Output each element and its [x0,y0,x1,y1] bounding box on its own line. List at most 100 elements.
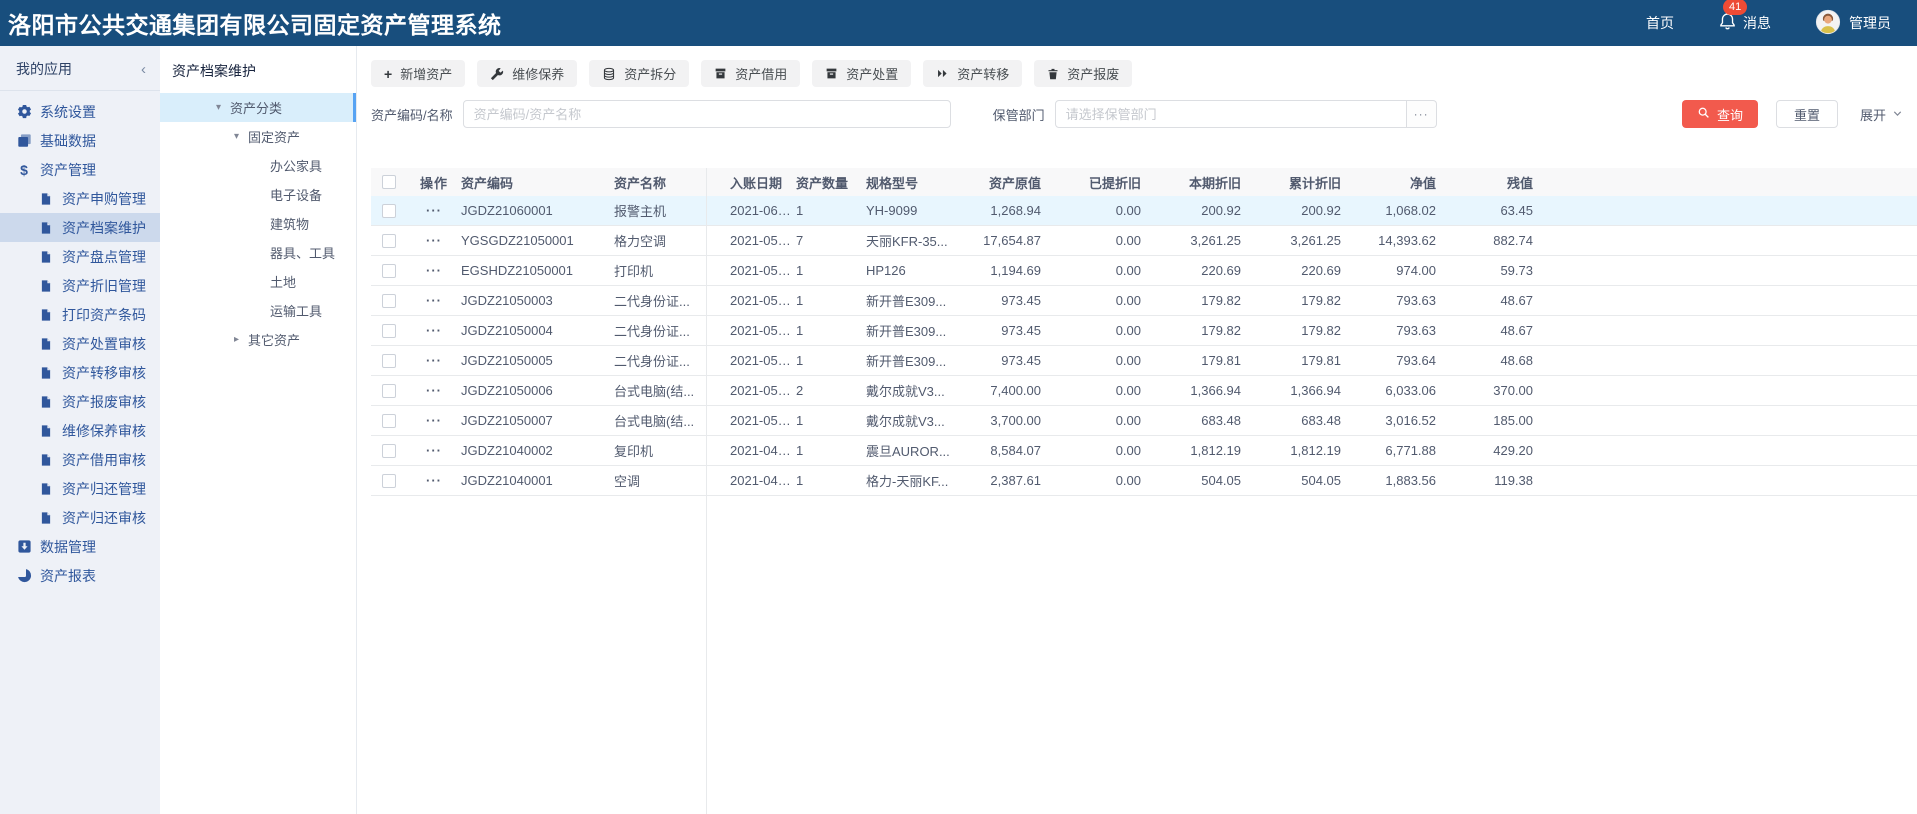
app-header: 洛阳市公共交通集团有限公司固定资产管理系统 首页 41 消息 管理员 [0,0,1917,46]
tree-node[interactable]: 办公家具 [160,151,356,180]
nav-home[interactable]: 首页 [1646,13,1674,33]
col-net: 净值 [1409,175,1436,191]
toolbar-button[interactable]: 资产拆分 [589,60,690,87]
tree-node[interactable]: ▾ 固定资产 [160,122,356,151]
table-row[interactable]: ··· JGDZ21050003 二代身份证... 2021-05-17 1 新… [371,286,1917,316]
archive-box-icon [825,67,838,80]
row-checkbox[interactable] [382,233,396,248]
row-checkbox[interactable] [382,263,396,278]
table-row[interactable]: ··· YGSGDZ21050001 格力空调 2021-05-31 7 天丽K… [371,226,1917,256]
sidebar-item[interactable]: 数据管理 [0,532,160,561]
trash-icon [1047,67,1059,81]
gear-icon [16,104,32,120]
data-download-icon [16,539,32,555]
sidebar-item[interactable]: 资产盘点管理 [0,242,160,271]
tree-node[interactable]: 土地 [160,267,356,296]
dept-picker-button[interactable]: ··· [1406,100,1437,128]
expand-filters-button[interactable]: 展开 [1860,105,1903,124]
col-name: 资产名称 [614,175,667,191]
user-name: 管理员 [1849,15,1891,31]
sidebar-item[interactable]: 系统设置 [0,97,160,126]
col-qty: 资产数量 [796,175,849,191]
sidebar-item[interactable]: 基础数据 [0,126,160,155]
bell-icon [1718,12,1737,34]
tree-panel-title: 资产档案维护 [172,63,256,79]
toolbar-button[interactable]: 资产转移 [923,60,1023,87]
sidebar-item[interactable]: 资产归还审核 [0,503,160,532]
sidebar-item[interactable]: 资产处置审核 [0,329,160,358]
row-actions-button[interactable]: ··· [407,473,461,488]
row-checkbox[interactable] [382,203,396,218]
asset-code-input[interactable] [462,100,951,128]
row-actions-button[interactable]: ··· [407,323,461,338]
row-checkbox[interactable] [382,323,396,338]
toolbar-button[interactable]: 资产报废 [1034,60,1133,87]
toolbar-button[interactable]: 资产借用 [701,60,801,87]
table-row[interactable]: ··· JGDZ21040001 空调 2021-04-21 1 格力-天丽KF… [371,466,1917,496]
sidebar-item[interactable]: 资产档案维护 [0,213,160,242]
sidebar-item[interactable]: 资产折旧管理 [0,271,160,300]
select-all-checkbox[interactable] [382,175,396,189]
sidebar-item[interactable]: 打印资产条码 [0,300,160,329]
row-actions-button[interactable]: ··· [407,293,461,308]
sidebar-item[interactable]: 资产申购管理 [0,184,160,213]
reset-button[interactable]: 重置 [1775,100,1838,128]
row-actions-button[interactable]: ··· [407,233,461,248]
table-row[interactable]: ··· EGSHDZ21050001 打印机 2021-05-25 1 HP12… [371,256,1917,286]
sidebar-item[interactable]: 资产转移审核 [0,358,160,387]
row-checkbox[interactable] [382,413,396,428]
row-actions-button[interactable]: ··· [407,353,461,368]
row-actions-button[interactable]: ··· [407,443,461,458]
table-row[interactable]: ··· JGDZ21050007 台式电脑(结... 2021-05-17 1 … [371,406,1917,436]
row-actions-button[interactable]: ··· [407,383,461,398]
document-icon [38,249,54,265]
table-row[interactable]: ··· JGDZ21050004 二代身份证... 2021-05-17 1 新… [371,316,1917,346]
row-actions-button[interactable]: ··· [407,203,461,218]
toolbar-button[interactable]: + 新增资产 [371,60,466,87]
asset-code-label: 资产编码/名称 [371,107,453,123]
tree-node[interactable]: 电子设备 [160,180,356,209]
tree-caret-icon[interactable]: ▾ [234,131,248,142]
tree-node[interactable]: 运输工具 [160,296,356,325]
user-menu[interactable]: 管理员 [1815,9,1891,38]
pie-chart-icon [16,568,32,584]
sidebar-item[interactable]: 资产报废审核 [0,387,160,416]
row-checkbox[interactable] [382,353,396,368]
row-actions-button[interactable]: ··· [407,263,461,278]
tree-caret-icon[interactable]: ▾ [216,102,230,113]
sidebar-collapse-icon[interactable]: ‹ [141,61,146,78]
sidebar-divider [0,90,160,91]
document-icon [38,336,54,352]
tree-node[interactable]: 器具、工具 [160,238,356,267]
table-row[interactable]: ··· JGDZ21060001 报警主机 2021-06-21 1 YH-90… [371,196,1917,226]
sidebar-item[interactable]: 资产报表 [0,561,160,590]
document-icon [38,481,54,497]
sidebar-item[interactable]: 资产借用审核 [0,445,160,474]
query-button[interactable]: 查询 [1681,100,1758,128]
table-row[interactable]: ··· JGDZ21050006 台式电脑(结... 2021-05-17 2 … [371,376,1917,406]
table-header-row: 操作 资产编码 资产名称 入账日期 资产数量 规格型号 资产原值 已提折旧 本期… [371,168,1917,196]
tree-node[interactable]: 建筑物 [160,209,356,238]
row-checkbox[interactable] [382,443,396,458]
toolbar-button[interactable]: 资产处置 [812,60,912,87]
chevron-down-icon [1892,107,1903,122]
document-icon [38,452,54,468]
table-row[interactable]: ··· JGDZ21050005 二代身份证... 2021-05-17 1 新… [371,346,1917,376]
row-checkbox[interactable] [382,293,396,308]
row-actions-button[interactable]: ··· [407,413,461,428]
sidebar-item[interactable]: $ 资产管理 [0,155,160,184]
sidebar-item[interactable]: 维修保养审核 [0,416,160,445]
tree-caret-icon[interactable]: ▸ [234,334,248,345]
col-model: 规格型号 [866,175,919,191]
nav-messages[interactable]: 41 消息 [1718,0,1771,34]
row-checkbox[interactable] [382,383,396,398]
row-checkbox[interactable] [382,473,396,488]
tree-node[interactable]: ▸ 其它资产 [160,325,356,354]
col-dep-acc: 累计折旧 [1288,175,1341,191]
sidebar-item[interactable]: 资产归还管理 [0,474,160,503]
toolbar-button[interactable]: 维修保养 [477,60,578,87]
tree-node[interactable]: ▾ 资产分类 [160,93,356,122]
table-row[interactable]: ··· JGDZ21040002 复印机 2021-04-23 1 震旦AURO… [371,436,1917,466]
custody-dept-input[interactable] [1054,100,1407,128]
double-arrow-icon [936,67,949,80]
